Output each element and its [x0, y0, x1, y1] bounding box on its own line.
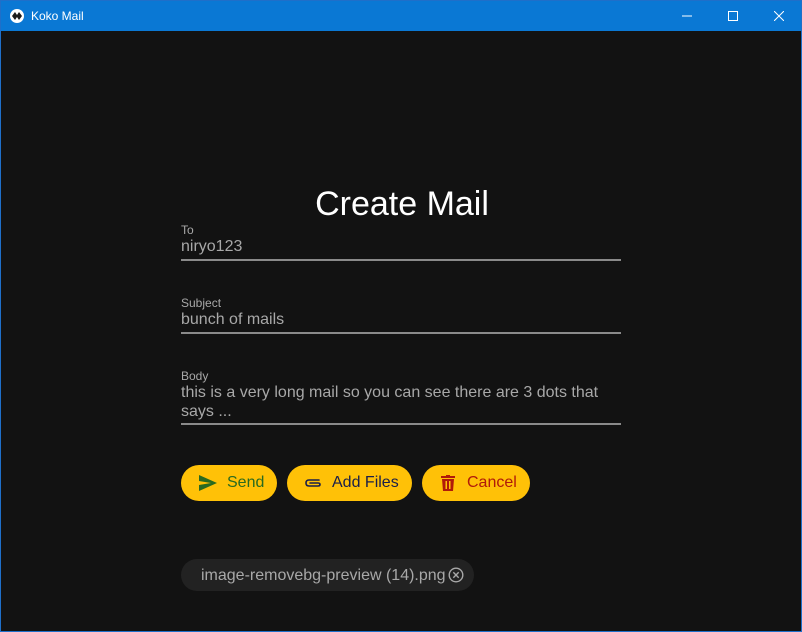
cancel-label: Cancel — [467, 474, 517, 491]
subject-input[interactable]: bunch of mails — [181, 310, 621, 329]
subject-field[interactable]: Subject bunch of mails — [181, 296, 621, 334]
add-files-label: Add Files — [332, 474, 399, 491]
kivy-logo-icon — [10, 9, 24, 23]
paperclip-icon — [302, 472, 324, 494]
to-field[interactable]: To niryo123 — [181, 223, 621, 261]
maximize-button[interactable] — [710, 1, 756, 31]
minimize-button[interactable] — [664, 1, 710, 31]
to-label: To — [181, 223, 194, 237]
cancel-button[interactable]: Cancel — [422, 465, 530, 501]
attachment-filename: image-removebg-preview (14).png — [201, 567, 446, 584]
send-icon — [197, 472, 219, 494]
body-label: Body — [181, 369, 209, 383]
app-window: Koko Mail Create Mail To niryo123 Subjec… — [0, 0, 802, 632]
trash-icon — [437, 472, 459, 494]
body-input[interactable]: this is a very long mail so you can see … — [181, 383, 621, 421]
add-files-button[interactable]: Add Files — [287, 465, 412, 501]
page-title: Create Mail — [315, 185, 489, 223]
send-label: Send — [227, 474, 265, 491]
close-circle-icon[interactable] — [448, 567, 464, 583]
to-input[interactable]: niryo123 — [181, 237, 621, 256]
content-area: Create Mail To niryo123 Subject bunch of… — [1, 31, 801, 631]
close-icon — [774, 11, 784, 21]
to-underline — [181, 259, 621, 261]
attachment-chip[interactable]: image-removebg-preview (14).png — [181, 559, 474, 591]
body-field[interactable]: Body this is a very long mail so you can… — [181, 369, 621, 425]
title-bar[interactable]: Koko Mail — [1, 1, 801, 31]
body-underline — [181, 423, 621, 425]
subject-label: Subject — [181, 296, 222, 310]
minimize-icon — [682, 15, 692, 17]
send-button[interactable]: Send — [181, 465, 277, 501]
maximize-icon — [728, 11, 738, 21]
window-title: Koko Mail — [31, 9, 84, 23]
subject-underline — [181, 332, 621, 334]
close-button[interactable] — [756, 1, 802, 31]
